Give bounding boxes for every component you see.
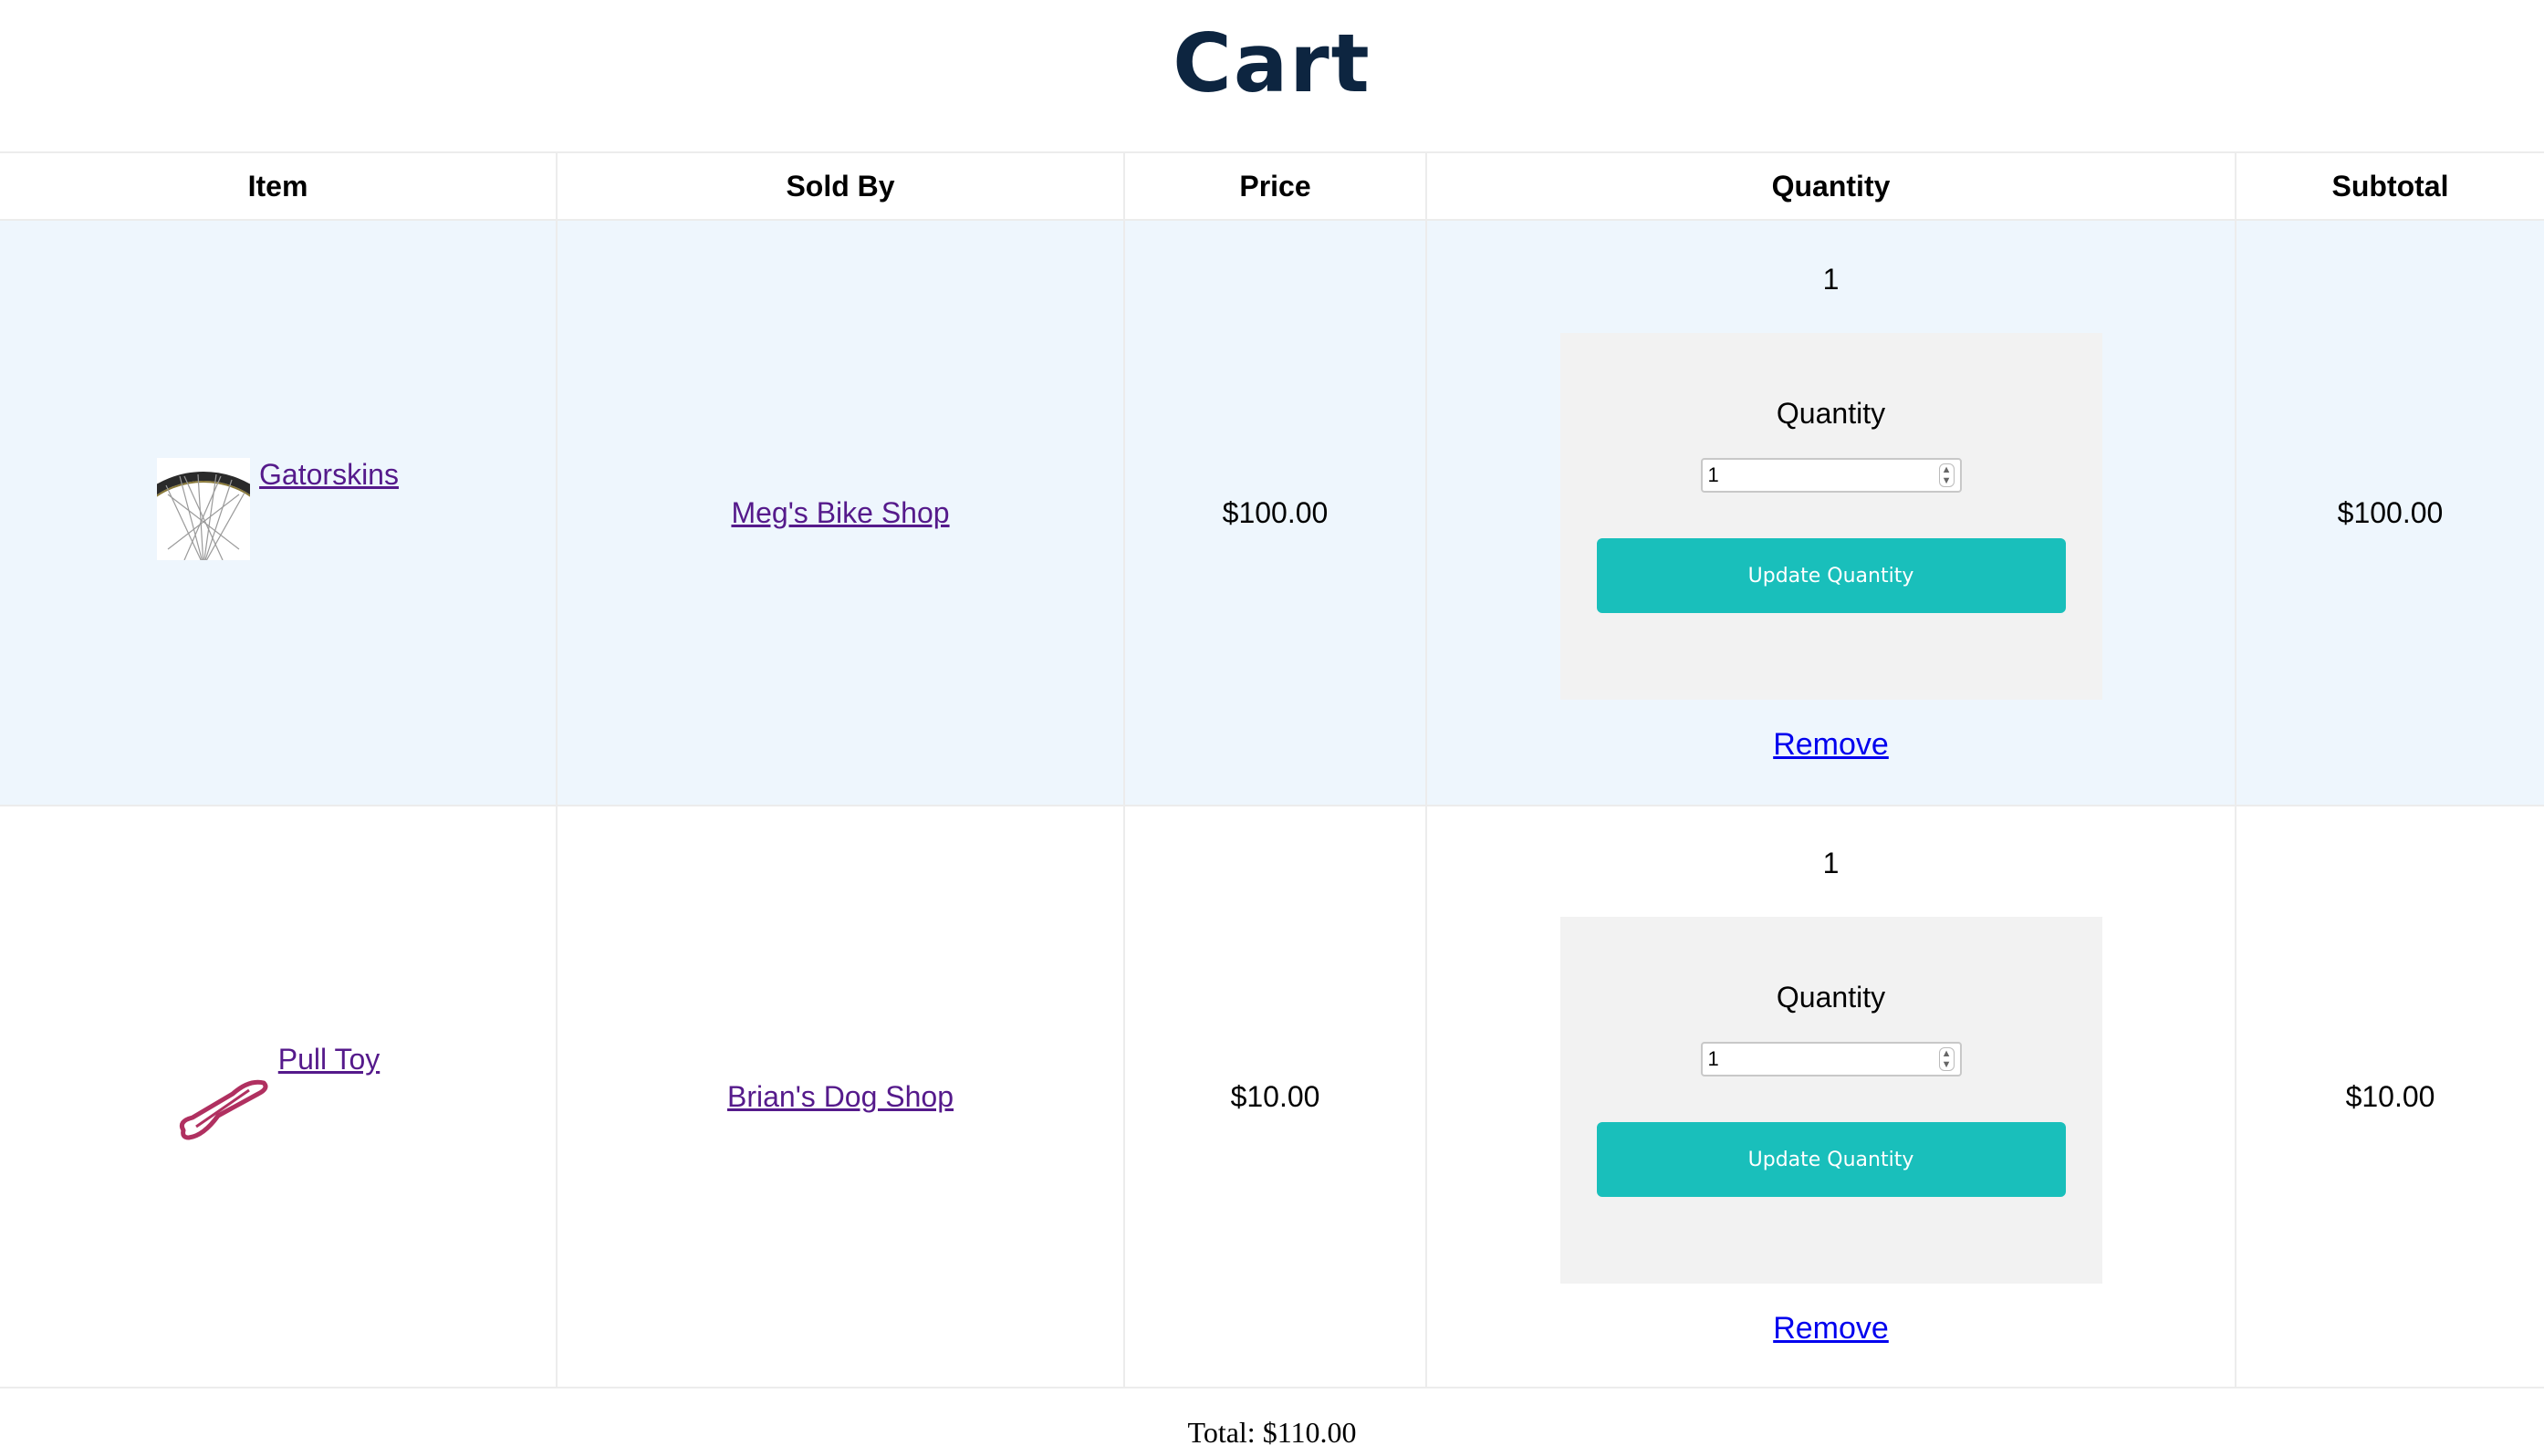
quantity-value: 1 [1822, 263, 1840, 296]
subtotal-cell: $100.00 [2236, 220, 2544, 806]
price-cell: $10.00 [1124, 806, 1427, 1388]
spinner-icon[interactable]: ▲ ▼ [1938, 463, 1955, 487]
column-header-sold-by: Sold By [557, 151, 1125, 221]
cart-total: Total: $110.00 [1187, 1416, 1357, 1449]
column-header-price: Price [1124, 151, 1427, 221]
cart-table: Item Sold By Price Quantity Subtotal Gat… [0, 151, 2544, 1388]
item-cell: Gatorskins [0, 220, 558, 806]
table-row: Gatorskins Meg's Bike Shop $100.00 1 Qua… [0, 220, 2544, 806]
quantity-cell: 1 Quantity 1 ▲ ▼ Update Quantity Remove [1426, 220, 2236, 806]
price-cell: $100.00 [1124, 220, 1427, 806]
seller-cell: Brian's Dog Shop [557, 806, 1125, 1388]
dog-pull-toy-image [179, 1079, 268, 1140]
column-header-subtotal: Subtotal [2236, 151, 2544, 221]
item-cell: Pull Toy [0, 806, 558, 1388]
item-link-gatorskins[interactable]: Gatorskins [259, 458, 399, 492]
quantity-input[interactable]: 1 ▲ ▼ [1700, 458, 1962, 493]
quantity-input-value: 1 [1707, 463, 1719, 486]
quantity-form-label: Quantity [1776, 981, 1886, 1014]
update-quantity-button[interactable]: Update Quantity [1596, 538, 2066, 613]
table-row: Pull Toy Brian's Dog Shop $10.00 1 Quant… [0, 806, 2544, 1388]
quantity-form: Quantity 1 ▲ ▼ Update Quantity [1559, 333, 2102, 700]
quantity-input[interactable]: 1 ▲ ▼ [1700, 1042, 1962, 1076]
seller-cell: Meg's Bike Shop [557, 220, 1125, 806]
column-header-item: Item [0, 151, 558, 221]
update-quantity-button[interactable]: Update Quantity [1596, 1122, 2066, 1197]
column-header-quantity: Quantity [1426, 151, 2236, 221]
table-header-row: Item Sold By Price Quantity Subtotal [0, 151, 2544, 221]
quantity-input-value: 1 [1707, 1047, 1719, 1070]
subtotal-cell: $10.00 [2236, 806, 2544, 1388]
quantity-value: 1 [1822, 847, 1840, 879]
page-title: Cart [1173, 16, 1371, 110]
seller-link-brians-dog-shop[interactable]: Brian's Dog Shop [727, 1080, 954, 1113]
seller-link-megs-bike-shop[interactable]: Meg's Bike Shop [731, 496, 949, 529]
remove-link[interactable]: Remove [1773, 1311, 1889, 1346]
quantity-form: Quantity 1 ▲ ▼ Update Quantity [1559, 917, 2102, 1284]
remove-link[interactable]: Remove [1773, 727, 1889, 762]
item-link-pull-toy[interactable]: Pull Toy [278, 1043, 380, 1076]
quantity-cell: 1 Quantity 1 ▲ ▼ Update Quantity Remove [1426, 806, 2236, 1388]
spinner-icon[interactable]: ▲ ▼ [1938, 1047, 1955, 1071]
bike-wheel-image [157, 458, 251, 560]
quantity-form-label: Quantity [1776, 397, 1886, 430]
